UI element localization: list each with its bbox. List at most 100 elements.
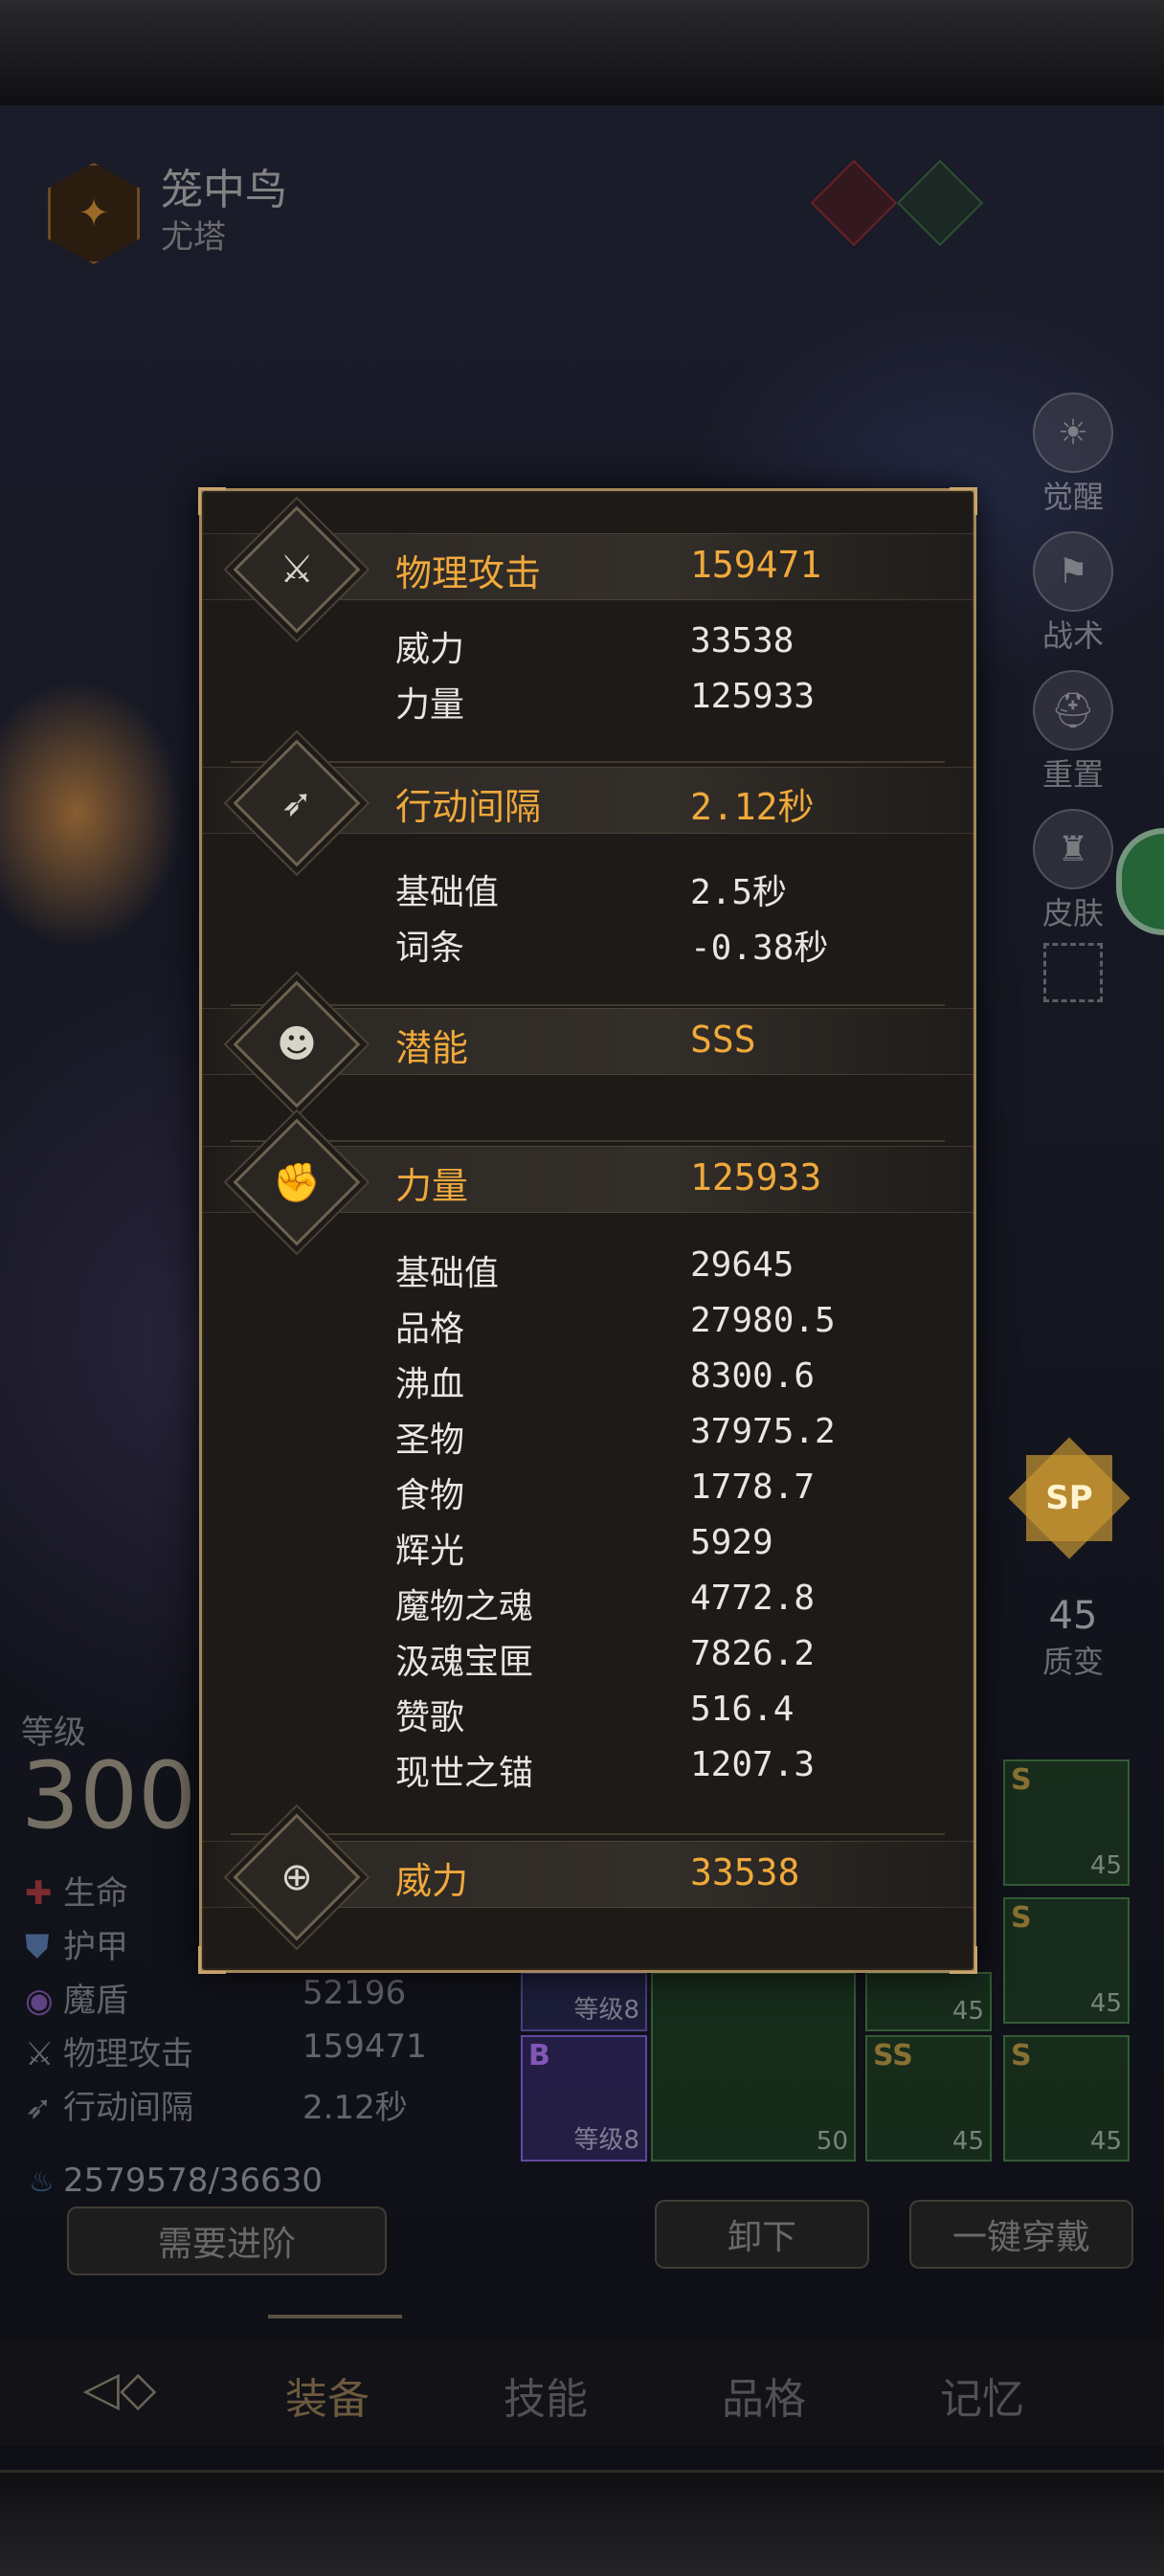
sword-icon: ⚔ (233, 505, 361, 634)
row-value: 8300.6 (690, 1356, 816, 1396)
equipment-slot[interactable]: S 45 (1003, 1759, 1130, 1886)
equipment-slot[interactable]: B 等级8 (521, 2035, 647, 2162)
side-button-skin[interactable]: ♜ 皮肤 (1020, 809, 1126, 933)
row-label: 威力 (395, 630, 465, 669)
row-label: 赞歌 (395, 1698, 465, 1737)
slot-level: 45 (1089, 1989, 1122, 2018)
row-value: 37975.2 (690, 1412, 836, 1451)
row-value: 33538 (690, 621, 795, 661)
exp-counter: 2579578/36630 (63, 2162, 323, 2200)
fist-icon: ✊ (233, 1118, 361, 1246)
equipment-slot[interactable]: SS 45 (865, 2035, 992, 2162)
tab-skills[interactable]: 技能 (504, 2364, 588, 2426)
section-title: 潜能 (395, 1027, 469, 1069)
row-label: 品格 (395, 1310, 465, 1349)
slot-rank: B (528, 2039, 550, 2072)
tab-quality[interactable]: 品格 (722, 2364, 806, 2426)
stat-row: ➶ 行动间隔 2.12秒 (25, 2081, 427, 2128)
row-value: -0.38秒 (690, 929, 829, 968)
section-header-power: ⊕ 威力 33538 (202, 1813, 974, 1941)
mutation-button[interactable]: 45 质变 (1020, 1594, 1126, 1682)
exp-potion-icon: ♨ (29, 2165, 55, 2199)
section-value: SSS (690, 1019, 756, 1061)
equipment-slot[interactable]: S 45 (1003, 2035, 1130, 2162)
row-value: 29645 (690, 1245, 795, 1285)
awaken-icon: ☀ (1033, 392, 1113, 473)
row-value: 1778.7 (690, 1467, 816, 1507)
level-value: 300 (21, 1742, 197, 1849)
corner-ornament (198, 487, 226, 515)
back-button[interactable]: ◁◇ (57, 2361, 182, 2428)
action-interval-icon: ➶ (25, 2089, 53, 2127)
equip-all-button[interactable]: 一键穿戴 (909, 2200, 1133, 2269)
tab-indicator (268, 2315, 402, 2318)
section-title: 物理攻击 (395, 552, 542, 594)
side-button-label: 皮肤 (1041, 895, 1104, 931)
equipment-slot[interactable]: 等级8 (521, 1972, 647, 2031)
slot-level: 45 (951, 1997, 984, 2026)
section-title: 力量 (395, 1165, 469, 1207)
row-label: 魔物之魂 (395, 1587, 534, 1626)
top-frame (0, 0, 1164, 108)
section-header-strength: ✊ 力量 125933 (202, 1118, 974, 1246)
slot-rank: SS (873, 2039, 913, 2072)
row-value: 7826.2 (690, 1634, 816, 1673)
row-value: 125933 (690, 677, 816, 716)
stat-row: ◉ 魔盾 52196 (25, 1974, 427, 2021)
mutation-label: 质变 (1041, 1644, 1104, 1680)
equipment-slot[interactable]: 45 (865, 1972, 992, 2031)
weapon-slot[interactable]: 50 (651, 1972, 856, 2162)
mutation-value: 45 (1048, 1594, 1098, 1638)
stat-value: 159471 (302, 2027, 427, 2066)
stat-label: 物理攻击 (63, 2035, 193, 2073)
character-name: 笼中鸟 (161, 166, 287, 214)
skin-icon: ♜ (1033, 809, 1113, 889)
stat-value: 52196 (302, 1974, 407, 2012)
side-button-tactics[interactable]: ⚑ 战术 (1020, 531, 1126, 656)
slot-level: 45 (1089, 1851, 1122, 1880)
tab-equipment[interactable]: 装备 (285, 2364, 369, 2426)
stat-label: 生命 (63, 1874, 128, 1913)
section-title: 威力 (395, 1860, 469, 1902)
row-value: 516.4 (690, 1690, 795, 1729)
slot-rank: S (1011, 2039, 1032, 2072)
stat-row: ⚔ 物理攻击 159471 (25, 2027, 427, 2074)
corner-ornament (950, 487, 977, 515)
row-label: 沸血 (395, 1365, 465, 1404)
fullscreen-icon[interactable] (1043, 943, 1103, 1002)
unequip-button[interactable]: 卸下 (655, 2200, 869, 2269)
exp-max: 36630 (218, 2162, 324, 2200)
stat-value: 2.12秒 (302, 2089, 408, 2127)
section-value: 159471 (690, 544, 822, 586)
row-label: 基础值 (395, 873, 500, 912)
side-button-awaken[interactable]: ☀ 觉醒 (1020, 392, 1126, 517)
equipment-slot[interactable]: S 45 (1003, 1897, 1130, 2024)
side-button-label: 重置 (1041, 756, 1104, 793)
row-label: 汲魂宝匣 (395, 1643, 534, 1682)
corner-ornament (950, 1946, 977, 1974)
health-icon: ✚ (25, 1874, 53, 1913)
section-value: 125933 (690, 1156, 822, 1198)
tab-memory[interactable]: 记忆 (940, 2364, 1024, 2426)
slot-level: 等级8 (573, 2126, 639, 2155)
section-value: 2.12秒 (690, 786, 815, 828)
magic-shield-icon: ◉ (25, 1982, 54, 2020)
row-label: 词条 (395, 929, 465, 968)
sp-badge[interactable]: SP (1008, 1437, 1130, 1559)
exp-separator: / (208, 2162, 219, 2200)
row-label: 辉光 (395, 1532, 465, 1571)
physical-attack-icon: ⚔ (25, 2035, 55, 2073)
row-label: 圣物 (395, 1421, 465, 1460)
tactics-icon: ⚑ (1033, 531, 1113, 612)
slot-level: 45 (951, 2127, 984, 2156)
section-header-action-interval: ➶ 行动间隔 2.12秒 (202, 739, 974, 867)
stat-label: 魔盾 (63, 1982, 128, 2020)
side-button-label: 战术 (1041, 617, 1104, 654)
section-header-physical-attack: ⚔ 物理攻击 159471 (202, 505, 974, 634)
side-button-reset[interactable]: ⛑ 重置 (1020, 670, 1126, 795)
figure-icon: ☻ (233, 980, 361, 1109)
row-value: 5929 (690, 1523, 773, 1562)
section-header-potential: ☻ 潜能 SSS (202, 980, 974, 1109)
advance-button[interactable]: 需要进阶 (67, 2206, 387, 2275)
wing-icon: ➶ (233, 739, 361, 867)
